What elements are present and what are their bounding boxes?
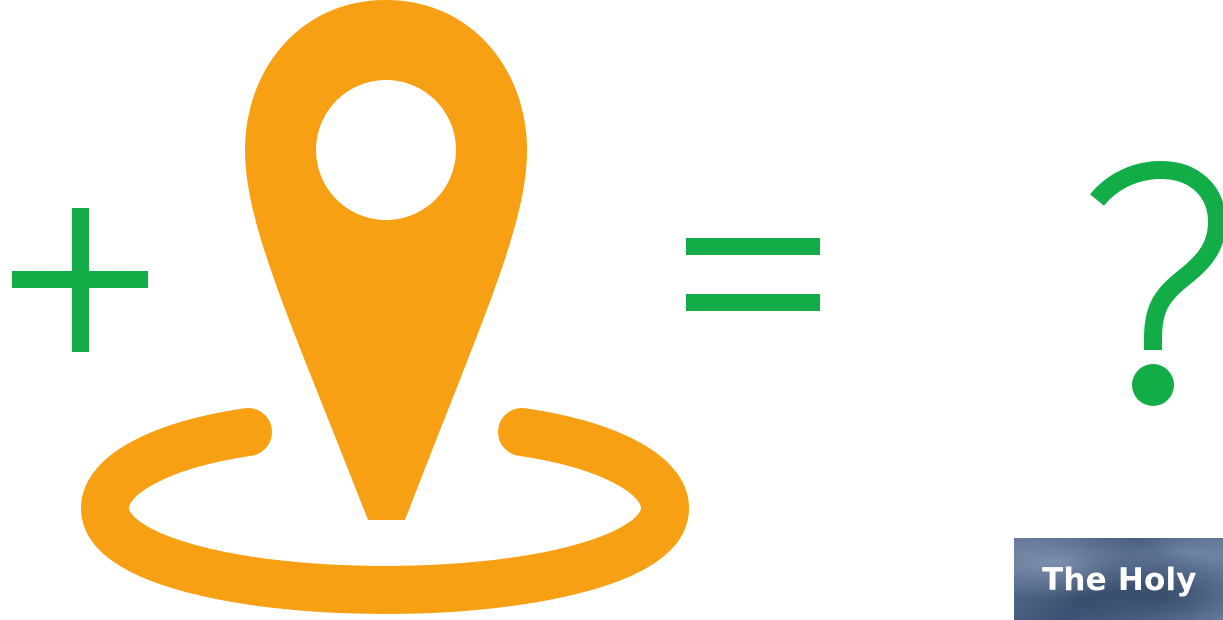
thumbnail-title: The Holy bbox=[1042, 562, 1197, 598]
equals-sign bbox=[686, 238, 820, 314]
question-mark bbox=[1090, 160, 1223, 406]
location-pin-icon bbox=[80, 0, 690, 615]
equation-graphic: The Holy bbox=[0, 0, 1223, 620]
pin-marker bbox=[245, 0, 527, 520]
question-mark-dot bbox=[1132, 364, 1174, 406]
equals-bottom-line bbox=[686, 294, 820, 311]
video-thumbnail[interactable]: The Holy bbox=[1014, 538, 1223, 620]
question-mark-curve bbox=[1090, 160, 1223, 350]
equals-top-line bbox=[686, 238, 820, 255]
